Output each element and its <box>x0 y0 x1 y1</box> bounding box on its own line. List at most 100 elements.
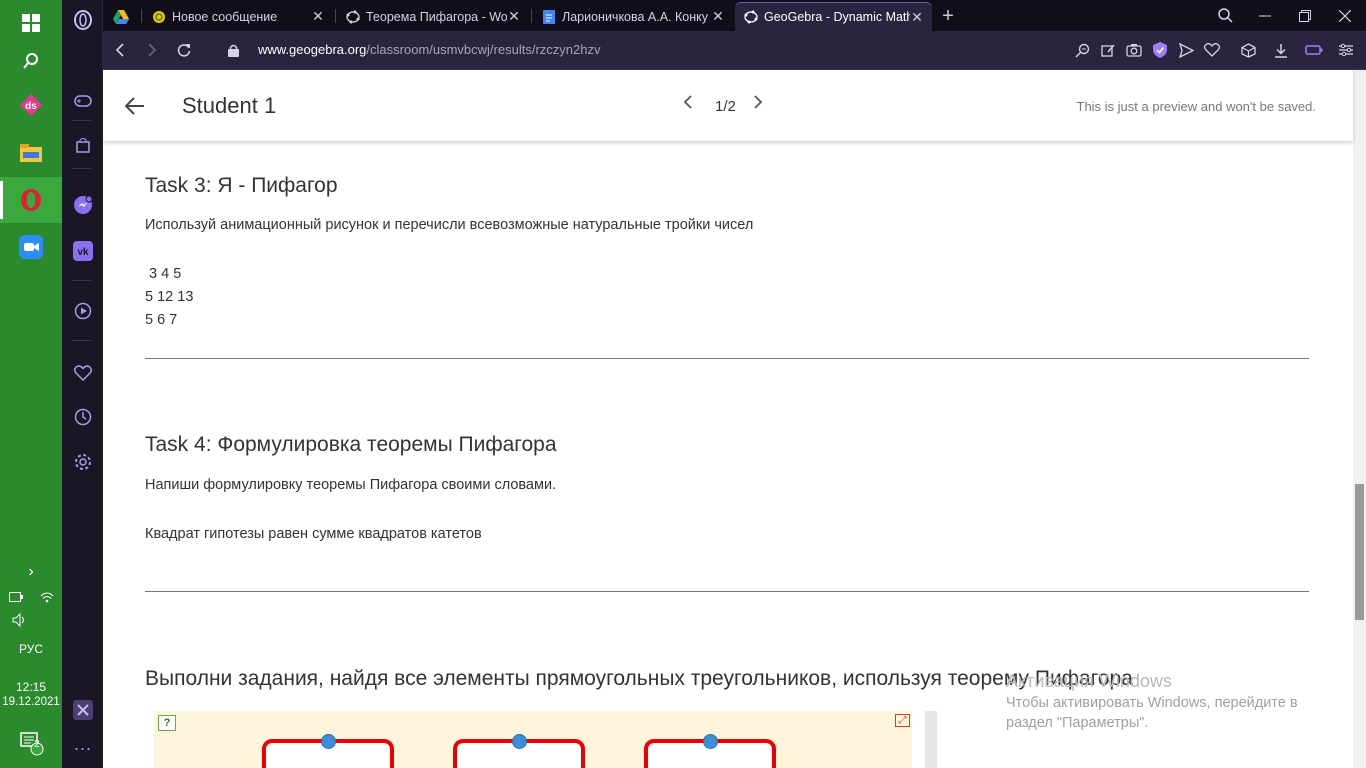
mail-icon <box>151 9 167 25</box>
windows-taskbar: ds › РУС 12:15 19.12.2021 2 <box>0 0 62 768</box>
back-arrow-icon[interactable] <box>121 92 149 120</box>
task4-answer: Квадрат гипотезы равен сумме квадратов к… <box>145 526 482 542</box>
preview-note: This is just a preview and won't be save… <box>1076 99 1317 114</box>
language-indicator[interactable]: РУС <box>0 642 62 656</box>
download-icon[interactable] <box>1270 39 1292 61</box>
opera-icon[interactable] <box>0 177 62 223</box>
close-icon[interactable]: ✕ <box>507 8 521 25</box>
geogebra-icon <box>345 9 361 25</box>
notifications-icon[interactable]: 2 <box>0 720 62 766</box>
tab-bar: Новое сообщение ✕ Теорема Пифагора - Wor… <box>103 0 1366 31</box>
url-host: www.geogebra.org <box>258 42 367 57</box>
docs-icon <box>541 9 557 25</box>
tab-title: GeoGebra - Dynamic Math <box>764 10 910 24</box>
new-tab-button[interactable]: + <box>936 3 960 29</box>
windows-activation-watermark: Активация Windows Чтобы активировать Win… <box>1006 671 1298 733</box>
page-scrollbar[interactable] <box>1353 70 1366 768</box>
volume-icon[interactable] <box>0 597 40 643</box>
more-icon[interactable]: ··· <box>62 733 103 763</box>
tab-title: Ларионичкова А.А. Конку <box>562 9 709 24</box>
geogebra-icon <box>743 9 759 25</box>
zoom-lens-icon[interactable] <box>1071 39 1093 61</box>
back-icon[interactable] <box>107 37 133 63</box>
tab-title: Теорема Пифагора - Work <box>366 9 507 24</box>
pin-icon <box>512 734 527 749</box>
url-path: /classroom/usmvbcwj/results/rzczyn2hzv <box>366 42 601 57</box>
heart-icon[interactable] <box>62 358 103 388</box>
results-header: Student 1 1/2 This is just a preview and… <box>103 70 1353 141</box>
next-page-icon[interactable] <box>753 94 763 115</box>
google-drive-icon <box>113 9 129 25</box>
close-icon[interactable]: ✕ <box>910 9 924 26</box>
history-icon[interactable] <box>62 402 103 432</box>
task3-answer-line: 3 4 5 <box>145 266 182 282</box>
shield-icon[interactable] <box>1149 39 1171 61</box>
task3-title: Task 3: Я - Пифагор <box>145 174 338 197</box>
clock-time[interactable]: 12:15 <box>0 680 62 694</box>
geogebra-applet[interactable]: ? ⤢ <box>154 711 912 768</box>
fullscreen-icon[interactable]: ⤢ <box>895 714 910 727</box>
close-window-button[interactable] <box>1325 0 1365 31</box>
url-field[interactable]: www.geogebra.org/classroom/usmvbcwj/resu… <box>258 42 600 57</box>
cube-icon[interactable] <box>1237 39 1259 61</box>
gamepad-icon[interactable] <box>62 86 103 116</box>
task5-title: Выполни задания, найдя все элементы прям… <box>145 667 1133 690</box>
task4-prompt: Напиши формулировку теоремы Пифагора сво… <box>145 477 557 493</box>
bookmark-heart-icon[interactable] <box>1201 39 1223 61</box>
edit-snapshot-icon[interactable] <box>1097 39 1119 61</box>
forward-icon[interactable] <box>139 37 165 63</box>
address-bar: www.geogebra.org/classroom/usmvbcwj/resu… <box>103 31 1366 70</box>
tab-geogebra-active[interactable]: GeoGebra - Dynamic Math ✕ <box>735 2 932 31</box>
notifications-count: 2 <box>34 739 40 750</box>
camera-icon[interactable] <box>1123 39 1145 61</box>
svg-text:vk: vk <box>77 247 89 258</box>
easy-setup-icon[interactable] <box>1335 39 1357 61</box>
pin-icon <box>703 734 718 749</box>
clock-date[interactable]: 19.12.2021 <box>0 696 62 708</box>
zoom-icon[interactable] <box>0 224 62 270</box>
search-icon[interactable] <box>0 38 62 84</box>
close-icon[interactable]: ✕ <box>711 8 725 25</box>
divider <box>145 591 1309 592</box>
task4-title: Task 4: Формулировка теоремы Пифагора <box>145 433 557 456</box>
file-explorer-icon[interactable] <box>0 130 62 176</box>
watermark-line: раздел "Параметры". <box>1006 715 1149 731</box>
lock-icon[interactable] <box>220 37 246 63</box>
shopping-bag-icon[interactable] <box>62 130 103 160</box>
watermark-line: Чтобы активировать Windows, перейдите в <box>1006 695 1298 711</box>
tab-docs[interactable]: Ларионичкова А.А. Конку ✕ <box>533 2 733 31</box>
prev-page-icon[interactable] <box>683 94 693 115</box>
workspace-icon[interactable] <box>62 695 103 725</box>
task3-answer-line: 5 12 13 <box>145 289 194 305</box>
watermark-title: Активация Windows <box>1006 671 1172 691</box>
battery-saver-icon[interactable] <box>1303 39 1325 61</box>
student-name: Student 1 <box>182 93 277 118</box>
task3-prompt: Используй анимационный рисунок и перечис… <box>145 217 754 233</box>
tab-search-icon[interactable] <box>1205 0 1245 31</box>
player-icon[interactable] <box>62 296 103 326</box>
tab-new-message[interactable]: Новое сообщение ✕ <box>143 2 333 31</box>
svg-text:ds: ds <box>25 101 37 112</box>
messenger-icon[interactable] <box>62 190 103 220</box>
tab-pythagoras-worksheet[interactable]: Теорема Пифагора - Work ✕ <box>337 2 529 31</box>
tab-google-drive[interactable] <box>105 2 140 31</box>
pin-icon <box>321 734 336 749</box>
reload-icon[interactable] <box>171 37 197 63</box>
close-icon[interactable]: ✕ <box>311 8 325 25</box>
opera-menu-icon[interactable] <box>62 5 103 35</box>
page-content: Student 1 1/2 This is just a preview and… <box>103 70 1366 768</box>
send-icon[interactable] <box>1175 39 1197 61</box>
opera-sidebar: vk ··· <box>62 0 103 768</box>
divider <box>145 358 1309 359</box>
scroll-thumb[interactable] <box>1355 484 1364 620</box>
help-icon[interactable]: ? <box>158 715 176 731</box>
task3-answer-line: 5 6 7 <box>145 312 178 328</box>
vk-icon[interactable]: vk <box>62 236 103 266</box>
applet-scrollbar[interactable] <box>925 711 937 768</box>
tab-title: Новое сообщение <box>172 9 278 24</box>
page-indicator: 1/2 <box>715 98 736 115</box>
ds-app-icon[interactable]: ds <box>0 82 62 128</box>
minimize-button[interactable] <box>1245 0 1285 31</box>
gear-icon[interactable] <box>62 447 103 477</box>
restore-button[interactable] <box>1285 0 1325 31</box>
